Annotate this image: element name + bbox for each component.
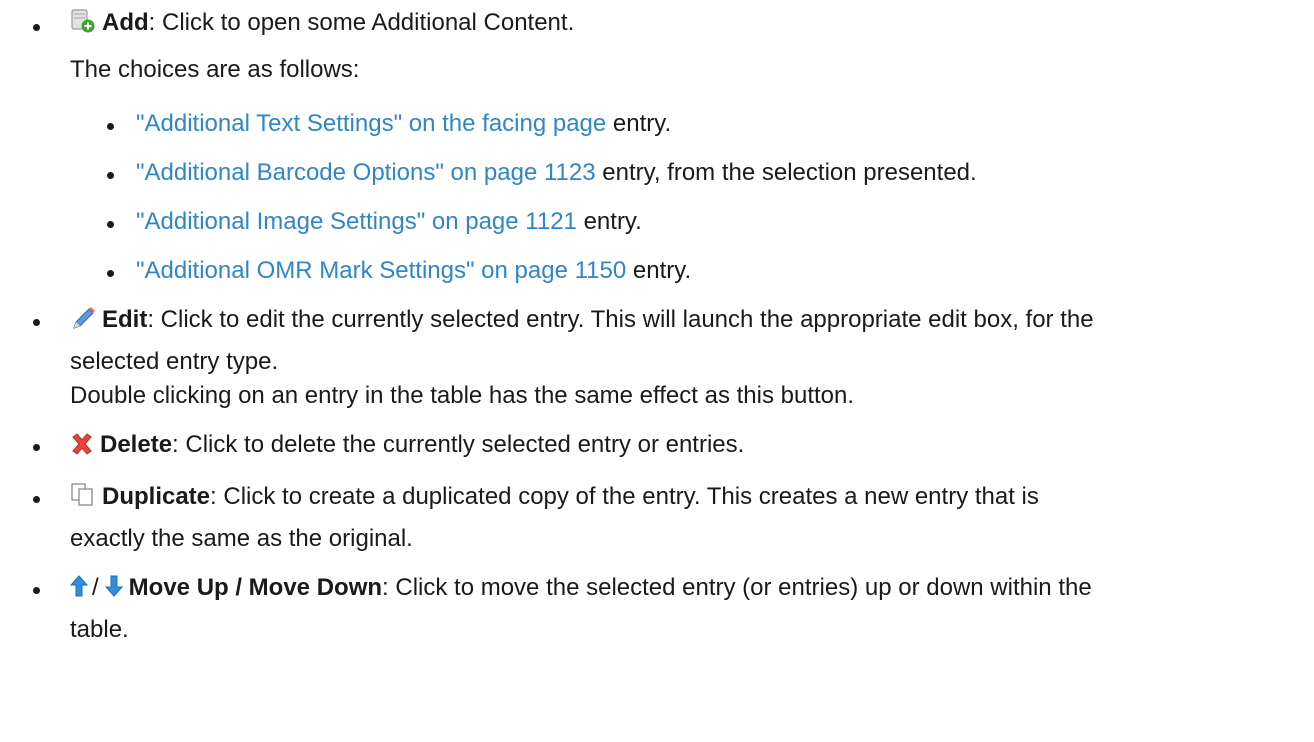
duplicate-description: Duplicate: Click to create a duplicated … <box>70 480 1314 517</box>
duplicate-text: : Click to create a duplicated copy of t… <box>210 483 1039 510</box>
bullet <box>107 123 114 130</box>
add-description: Add: Click to open some Additional Conte… <box>70 6 1314 43</box>
edit-text: : Click to edit the currently selected e… <box>147 306 1094 333</box>
pencil-icon <box>70 306 96 340</box>
duplicate-text-continued: exactly the same as the original. <box>70 525 413 552</box>
link-additional-omr-mark-settings[interactable]: "Additional OMR Mark Settings" on page 1… <box>136 257 626 284</box>
move-text: : Click to move the selected entry (or e… <box>382 574 1092 601</box>
edit-note: Double clicking on an entry in the table… <box>70 382 855 409</box>
duplicate-label: Duplicate <box>102 483 211 510</box>
link-additional-text-settings[interactable]: "Additional Text Settings" on the facing… <box>136 110 606 137</box>
bullet <box>33 319 40 326</box>
list-item-delete: Delete: Click to delete the currently se… <box>0 413 1314 465</box>
choice-text: entry. <box>576 208 642 235</box>
edit-text-continued: selected entry type. <box>70 348 279 375</box>
delete-description: Delete: Click to delete the currently se… <box>70 428 1314 465</box>
move-text-continued: table. <box>70 616 129 643</box>
toolbar-button-list: Add: Click to open some Additional Conte… <box>0 0 1314 647</box>
add-content-icon <box>70 9 96 43</box>
bullet <box>33 24 40 31</box>
list-item-move: / Move Up / Move Down: Click to move the… <box>0 556 1314 647</box>
choice-text: entry. <box>606 110 672 137</box>
list-item-duplicate: Duplicate: Click to create a duplicated … <box>0 465 1314 556</box>
move-label: Move Up / Move Down <box>128 574 383 601</box>
choice-item: "Additional Text Settings" on the facing… <box>70 92 1314 141</box>
delete-label: Delete <box>100 431 173 458</box>
list-item-add: Add: Click to open some Additional Conte… <box>0 0 1314 288</box>
choice-text: entry, from the selection presented. <box>595 159 977 186</box>
arrow-up-icon <box>69 574 89 608</box>
delete-text: : Click to delete the currently selected… <box>172 431 745 458</box>
bullet <box>33 587 40 594</box>
help-page: Add: Click to open some Additional Conte… <box>0 0 1314 742</box>
choices-intro: The choices are as follows: <box>70 56 360 83</box>
copy-pages-icon <box>70 483 96 517</box>
move-separator: / <box>92 574 99 601</box>
add-label: Add <box>102 9 149 36</box>
bullet <box>107 221 114 228</box>
choice-item: "Additional Image Settings" on page 1121… <box>70 190 1314 239</box>
list-item-edit: Edit: Click to edit the currently select… <box>0 288 1314 413</box>
choice-item: "Additional Barcode Options" on page 112… <box>70 141 1314 190</box>
arrow-down-icon <box>104 574 123 608</box>
choices-list: "Additional Text Settings" on the facing… <box>70 92 1314 288</box>
bullet <box>33 444 40 451</box>
choice-text: entry. <box>626 257 692 284</box>
link-additional-barcode-options[interactable]: "Additional Barcode Options" on page 112… <box>136 159 596 186</box>
choice-item: "Additional OMR Mark Settings" on page 1… <box>70 239 1314 288</box>
bullet <box>33 496 40 503</box>
move-description: / Move Up / Move Down: Click to move the… <box>69 571 1314 608</box>
add-text: : Click to open some Additional Content. <box>148 9 575 36</box>
red-x-icon <box>70 431 94 465</box>
bullet <box>107 270 114 277</box>
edit-description: Edit: Click to edit the currently select… <box>70 303 1314 340</box>
link-additional-image-settings[interactable]: "Additional Image Settings" on page 1121 <box>136 208 577 235</box>
bullet <box>107 172 114 179</box>
edit-label: Edit <box>102 306 148 333</box>
